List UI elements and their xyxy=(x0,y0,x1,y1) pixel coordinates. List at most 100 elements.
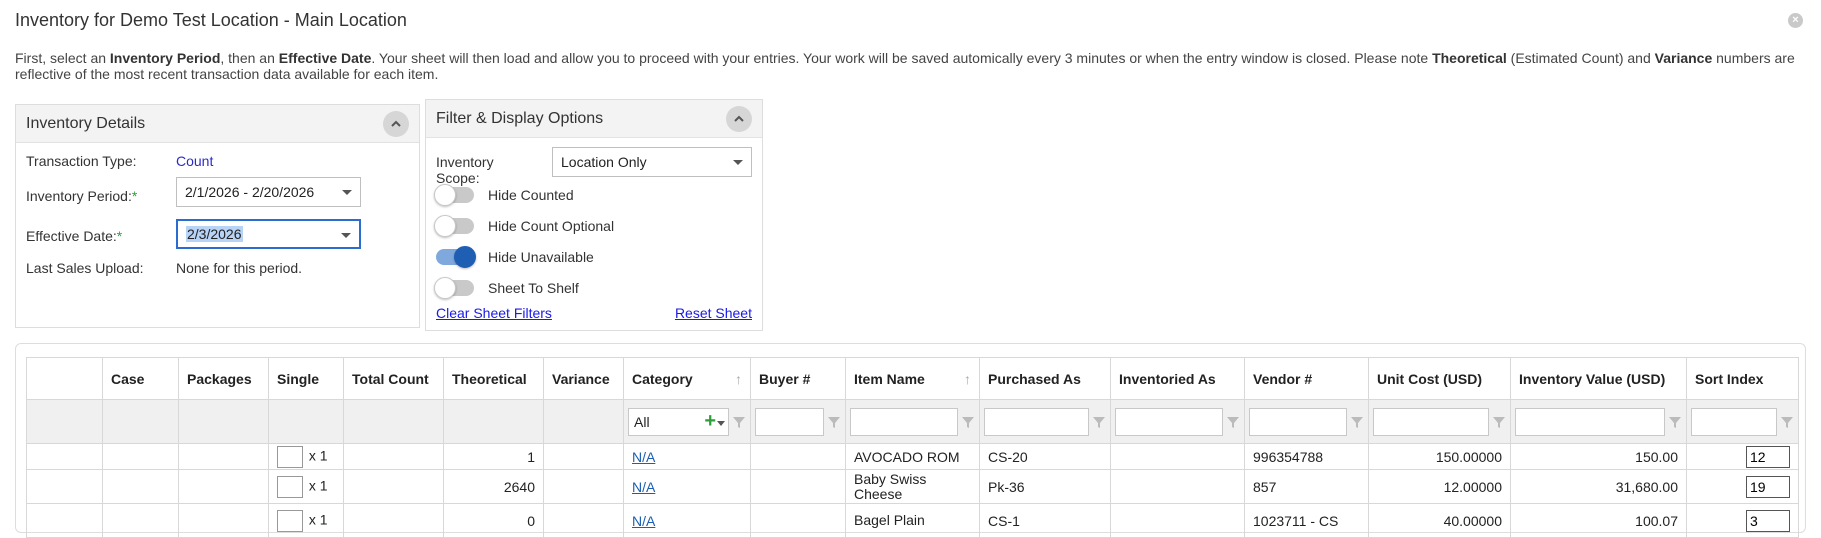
category-cell: N/A xyxy=(623,443,751,470)
collapse-details-button[interactable] xyxy=(383,110,409,137)
col-header-case[interactable]: Case xyxy=(102,357,179,400)
col-header-single[interactable]: Single xyxy=(268,357,344,400)
filter-funnel-icon[interactable] xyxy=(1350,415,1364,429)
col-header-buyer[interactable]: Buyer # xyxy=(750,357,846,400)
single-cell: x 1 xyxy=(268,443,344,470)
unit-cost-cell: 40.00000 xyxy=(1368,503,1511,538)
single-cell: x 1 xyxy=(268,503,344,538)
reset-sheet-link[interactable]: Reset Sheet xyxy=(675,305,752,321)
toggle-label: Hide Counted xyxy=(488,187,574,203)
toggle-switch[interactable] xyxy=(434,215,474,237)
sort-index-input[interactable] xyxy=(1746,475,1790,498)
inventoried-as-filter-input[interactable] xyxy=(1115,407,1223,436)
chevron-down-icon xyxy=(341,233,351,238)
filter-display-title: Filter & Display Options xyxy=(436,109,604,127)
col-header-sort-index[interactable]: Sort Index xyxy=(1686,357,1799,400)
filter-row: All + xyxy=(26,399,1799,444)
filter-funnel-icon[interactable] xyxy=(1092,415,1106,429)
col-header-vendor[interactable]: Vendor # xyxy=(1244,357,1369,400)
filter-funnel-icon[interactable] xyxy=(1780,415,1794,429)
col-header-item-name[interactable]: Item Name ↑ xyxy=(845,357,980,400)
theoretical-cell: 1 xyxy=(443,443,544,470)
filter-funnel-icon[interactable] xyxy=(732,415,746,429)
toggle-switch[interactable] xyxy=(434,277,474,299)
filter-funnel-icon[interactable] xyxy=(1668,415,1682,429)
inventory-value-filter-input[interactable] xyxy=(1515,407,1665,436)
vendor-filter-input[interactable] xyxy=(1249,407,1347,436)
unit-cost-filter-input[interactable] xyxy=(1373,407,1489,436)
toggle-hide-unavailable[interactable]: Hide Unavailable xyxy=(436,246,594,268)
toggle-switch[interactable] xyxy=(436,246,476,268)
purchased-as-filter-input[interactable] xyxy=(984,407,1089,436)
item-name-cell: Baby Swiss Cheese xyxy=(845,469,980,504)
inventory-period-select[interactable]: 2/1/2026 - 2/20/2026 xyxy=(176,177,361,207)
sort-index-cell xyxy=(1686,443,1799,470)
single-count-input[interactable] xyxy=(277,445,303,468)
table-row: x 1 2640 N/A Baby Swiss Cheese Pk-36 857… xyxy=(26,469,1799,504)
vendor-cell: 996354788 xyxy=(1244,443,1369,470)
col-header-total-count[interactable]: Total Count xyxy=(343,357,444,400)
single-count-input[interactable] xyxy=(277,509,303,532)
category-link[interactable]: N/A xyxy=(632,479,655,495)
purchased-as-cell: CS-20 xyxy=(979,443,1111,470)
toggle-sheet-to-shelf[interactable]: Sheet To Shelf xyxy=(434,277,579,299)
chevron-up-icon xyxy=(734,115,744,122)
col-header-purchased-as[interactable]: Purchased As xyxy=(979,357,1111,400)
item-name-cell: Bagel Plain xyxy=(845,503,980,538)
col-header-inventoried-as[interactable]: Inventoried As xyxy=(1110,357,1245,400)
inventory-details-panel: Inventory Details Transaction Type: Coun… xyxy=(15,104,420,328)
vendor-cell: 1023711 - CS xyxy=(1244,503,1369,538)
add-icon[interactable]: + xyxy=(704,410,716,433)
last-sales-upload-value: None for this period. xyxy=(176,260,303,276)
filter-display-panel: Filter & Display Options Inventory Scope… xyxy=(425,99,763,331)
category-filter-select[interactable]: All + xyxy=(628,407,729,436)
toggle-label: Sheet To Shelf xyxy=(488,280,579,296)
single-cell: x 1 xyxy=(268,469,344,504)
sort-index-filter-input[interactable] xyxy=(1691,407,1777,436)
theoretical-cell: 2640 xyxy=(443,469,544,504)
category-link[interactable]: N/A xyxy=(632,449,655,465)
filter-funnel-icon[interactable] xyxy=(961,415,975,429)
transaction-type-value: Count xyxy=(176,153,214,169)
sort-index-input[interactable] xyxy=(1746,445,1790,468)
col-header-theoretical[interactable]: Theoretical xyxy=(443,357,544,400)
toggle-switch[interactable] xyxy=(434,184,474,206)
single-count-input[interactable] xyxy=(277,475,303,498)
window-title: Inventory for Demo Test Location - Main … xyxy=(15,10,407,30)
col-header-category[interactable]: Category ↑ xyxy=(623,357,751,400)
inventory-scope-select[interactable]: Location Only xyxy=(552,147,752,177)
effective-date-label: Effective Date:* xyxy=(26,228,123,244)
col-header-packages[interactable]: Packages xyxy=(178,357,269,400)
filter-funnel-icon[interactable] xyxy=(1226,415,1240,429)
sort-up-icon[interactable]: ↑ xyxy=(735,371,742,387)
sort-up-icon[interactable]: ↑ xyxy=(964,371,971,387)
collapse-filter-button[interactable] xyxy=(726,105,752,132)
theoretical-cell: 0 xyxy=(443,503,544,538)
close-icon[interactable]: × xyxy=(1788,13,1803,28)
table-row: x 1 1 N/A AVOCADO ROM CS-20 996354788 15… xyxy=(26,443,1799,470)
last-sales-upload-label: Last Sales Upload: xyxy=(26,260,144,276)
inventory-value-cell: 150.00 xyxy=(1510,443,1687,470)
chevron-down-icon xyxy=(342,190,352,195)
toggle-label: Hide Count Optional xyxy=(488,218,615,234)
col-header-unit-cost[interactable]: Unit Cost (USD) xyxy=(1368,357,1511,400)
buyer-filter-input[interactable] xyxy=(755,407,824,436)
category-link[interactable]: N/A xyxy=(632,513,655,529)
unit-cost-cell: 150.00000 xyxy=(1368,443,1511,470)
toggle-hide-counted[interactable]: Hide Counted xyxy=(434,184,574,206)
filter-funnel-icon[interactable] xyxy=(1492,415,1506,429)
chevron-up-icon xyxy=(391,120,401,127)
toggle-hide-count-optional[interactable]: Hide Count Optional xyxy=(434,215,615,237)
item-name-filter-input[interactable] xyxy=(850,407,958,436)
filter-funnel-icon[interactable] xyxy=(827,415,841,429)
transaction-type-label: Transaction Type: xyxy=(26,153,137,169)
sort-index-input[interactable] xyxy=(1746,509,1790,532)
toggle-label: Hide Unavailable xyxy=(488,249,594,265)
chevron-down-icon xyxy=(733,160,743,165)
col-header-variance[interactable]: Variance xyxy=(543,357,624,400)
col-header-inventory-value[interactable]: Inventory Value (USD) xyxy=(1510,357,1687,400)
clear-sheet-filters-link[interactable]: Clear Sheet Filters xyxy=(436,305,552,321)
effective-date-select[interactable]: 2/3/2026 xyxy=(176,219,361,249)
col-header-select xyxy=(26,357,103,400)
inventory-grid: Case Packages Single Total Count Theoret… xyxy=(26,357,1799,538)
